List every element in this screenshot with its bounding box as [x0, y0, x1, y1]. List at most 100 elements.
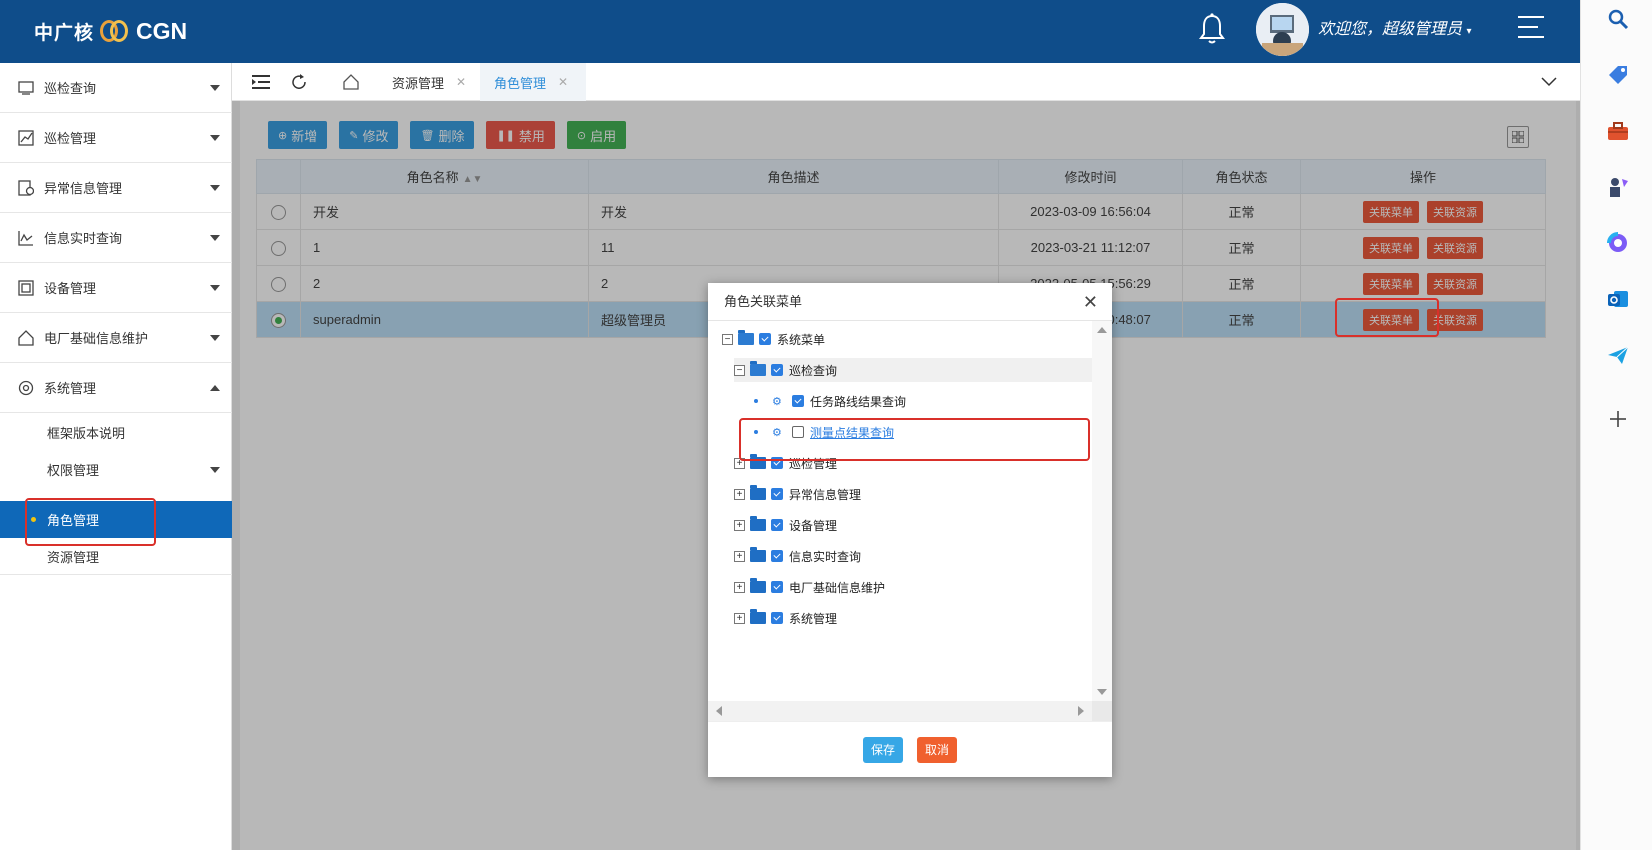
tree-checkbox-checked[interactable]	[771, 581, 783, 593]
tab-role-manage[interactable]: 角色管理 ✕	[480, 63, 587, 101]
tree-node-realtime-query[interactable]: + 信息实时查询	[734, 544, 861, 568]
tree-node-label: 设备管理	[789, 518, 838, 533]
chevron-up-icon	[210, 384, 220, 391]
sidebar-item-patrol-query[interactable]: 巡检查询	[0, 63, 232, 113]
expand-icon[interactable]: +	[734, 519, 745, 531]
vertical-scrollbar[interactable]	[1092, 321, 1112, 701]
search-icon[interactable]	[1605, 6, 1631, 32]
sidebar-item-label: 巡检查询	[44, 81, 97, 96]
tree-node-system-menu[interactable]: − 系统菜单	[722, 327, 825, 351]
sidebar-item-device-manage[interactable]: 设备管理	[0, 263, 232, 313]
tree-node-plant-info[interactable]: + 电厂基础信息维护	[734, 575, 885, 599]
sidebar-subitem-label: 框架版本说明	[47, 426, 126, 441]
chevron-down-icon	[210, 284, 220, 291]
tree-checkbox-checked[interactable]	[759, 333, 771, 345]
expand-icon[interactable]: +	[734, 550, 745, 562]
tree-checkbox-checked[interactable]	[771, 364, 783, 376]
refresh-icon[interactable]	[288, 71, 310, 93]
close-tab-icon[interactable]: ✕	[558, 75, 568, 89]
folder-icon	[750, 578, 766, 593]
line-chart-icon	[16, 228, 36, 248]
hamburger-menu-icon[interactable]	[1516, 12, 1546, 42]
scroll-right-arrow-icon[interactable]	[1078, 706, 1084, 716]
home-tab-icon[interactable]	[340, 71, 362, 93]
sidebar-item-exception-manage[interactable]: 异常信息管理	[0, 163, 232, 213]
sidebar-nav: 巡检查询 巡检管理 异常信息管理 信息实时查询 设备管理 电厂基础信息维护 系统…	[0, 63, 232, 850]
chevron-down-icon	[210, 84, 220, 91]
tree-node-label: 系统管理	[789, 611, 838, 626]
document-alert-icon	[16, 178, 36, 198]
chess-icon[interactable]	[1605, 174, 1631, 200]
tree-checkbox-checked[interactable]	[771, 550, 783, 562]
sidebar-subitem-framework-version[interactable]: 框架版本说明	[0, 414, 232, 451]
save-button[interactable]: 保存	[862, 736, 903, 763]
dialog-footer: 保存 取消	[708, 721, 1112, 777]
add-icon[interactable]	[1605, 406, 1631, 432]
tab-bar: 资源管理 ✕ 角色管理 ✕	[232, 63, 1580, 101]
scroll-left-arrow-icon[interactable]	[716, 706, 722, 716]
tab-resource-manage[interactable]: 资源管理 ✕	[392, 63, 480, 101]
annotation-highlight-link-menu	[1335, 298, 1439, 337]
collapse-icon[interactable]: −	[722, 333, 733, 345]
tree-node-system-manage[interactable]: + 系统管理	[734, 606, 837, 630]
collapse-menu-icon[interactable]	[250, 71, 272, 93]
chevron-down-icon	[210, 466, 220, 473]
notification-bell-icon[interactable]	[1197, 12, 1227, 48]
chevron-down-icon[interactable]	[1538, 71, 1560, 93]
logo-mark-icon	[98, 18, 132, 44]
device-icon	[16, 278, 36, 298]
chevron-down-icon	[210, 334, 220, 341]
tree-node-label: 系统菜单	[777, 332, 826, 347]
close-icon[interactable]: ✕	[1083, 292, 1098, 313]
scrollbar-corner	[1092, 701, 1112, 721]
logo-en-text: CGN	[136, 17, 188, 44]
sidebar-subitem-label: 资源管理	[47, 549, 100, 565]
monitor-icon	[16, 78, 36, 98]
tree-checkbox-checked[interactable]	[771, 519, 783, 531]
tree-checkbox-checked[interactable]	[792, 395, 804, 407]
tag-icon[interactable]	[1605, 62, 1631, 88]
annotation-highlight-role-nav	[25, 498, 156, 546]
sidebar-item-patrol-manage[interactable]: 巡检管理	[0, 113, 232, 163]
scroll-up-arrow-icon[interactable]	[1097, 327, 1107, 333]
tree-node-label: 信息实时查询	[789, 549, 862, 564]
sidebar-item-label: 信息实时查询	[44, 231, 123, 246]
folder-open-icon	[738, 330, 754, 345]
welcome-text: 欢迎您，超级管理员	[1318, 21, 1463, 38]
sidebar-item-label: 异常信息管理	[44, 181, 123, 196]
sidebar-item-plant-info[interactable]: 电厂基础信息维护	[0, 313, 232, 363]
folder-open-icon	[750, 361, 766, 376]
tab-label: 资源管理	[392, 75, 445, 91]
expand-icon[interactable]: +	[734, 612, 745, 624]
settings-icon	[16, 378, 36, 398]
role-menu-dialog: 角色关联菜单 ✕ − 系统菜单 − 巡检查询 ⚙ 任务路线结果查询 ⚙ 测量点结…	[708, 283, 1112, 777]
tree-node-task-route-query[interactable]: ⚙ 任务路线结果查询	[754, 389, 906, 413]
toolbox-icon[interactable]	[1605, 118, 1631, 144]
chevron-down-icon	[210, 184, 220, 191]
tree-line-dot	[754, 399, 758, 403]
welcome-user-menu[interactable]: 欢迎您，超级管理员 ▾	[1318, 15, 1472, 39]
sidebar-item-realtime-query[interactable]: 信息实时查询	[0, 213, 232, 263]
tree-checkbox-checked[interactable]	[771, 612, 783, 624]
tree-node-device-manage[interactable]: + 设备管理	[734, 513, 837, 537]
sidebar-item-system-manage[interactable]: 系统管理	[0, 363, 232, 413]
sidebar-subitem-label: 权限管理	[47, 463, 100, 478]
copilot-icon[interactable]	[1605, 230, 1631, 256]
horizontal-scrollbar[interactable]	[708, 701, 1092, 721]
sidebar-subitem-permission[interactable]: 权限管理	[0, 451, 232, 488]
expand-icon[interactable]: +	[734, 581, 745, 593]
scroll-down-arrow-icon[interactable]	[1097, 689, 1107, 695]
sidebar-item-label: 巡检管理	[44, 131, 97, 146]
send-icon[interactable]	[1605, 342, 1631, 368]
tree-node-patrol-query[interactable]: − 巡检查询	[734, 358, 1092, 382]
folder-icon	[750, 485, 766, 500]
folder-icon	[750, 547, 766, 562]
tree-checkbox-checked[interactable]	[771, 488, 783, 500]
collapse-icon[interactable]: −	[734, 364, 745, 376]
user-avatar[interactable]	[1256, 3, 1309, 56]
cancel-button[interactable]: 取消	[917, 736, 958, 763]
outlook-icon[interactable]	[1605, 286, 1631, 312]
expand-icon[interactable]: +	[734, 488, 745, 500]
tree-node-exception-manage[interactable]: + 异常信息管理	[734, 482, 861, 506]
close-tab-icon[interactable]: ✕	[456, 75, 466, 89]
